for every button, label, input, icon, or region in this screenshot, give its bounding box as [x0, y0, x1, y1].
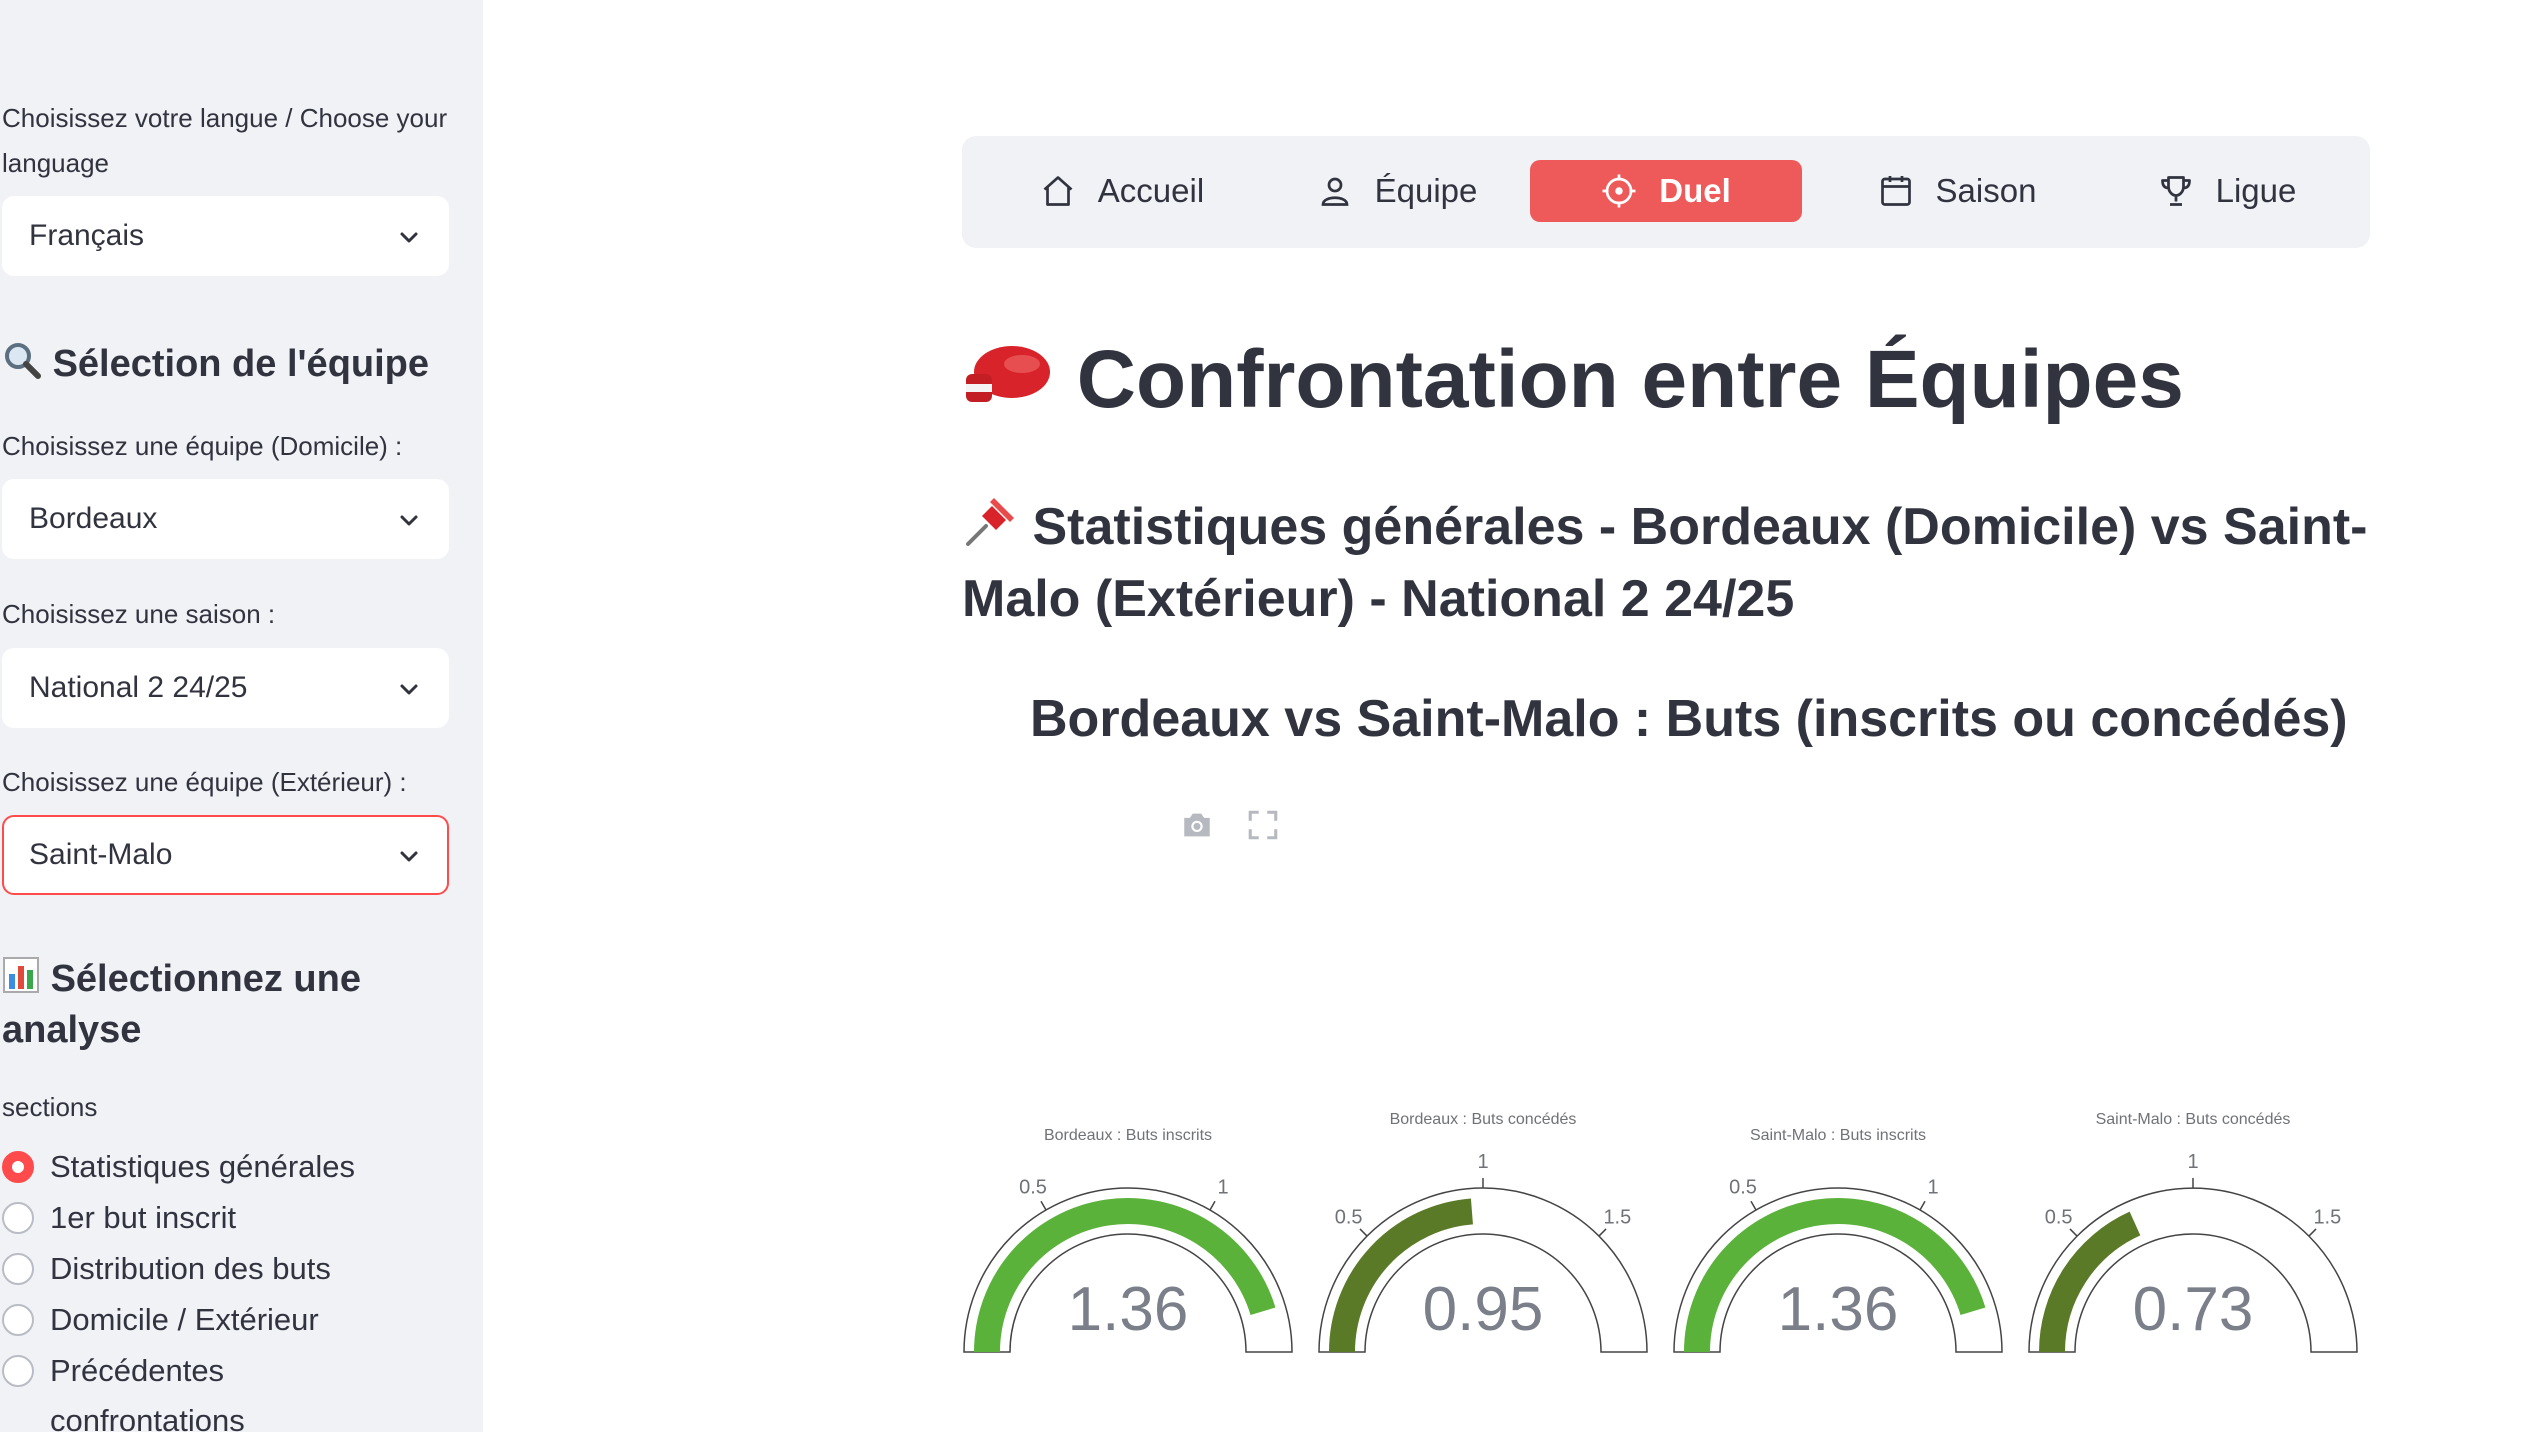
nav-duel[interactable]: Duel [1530, 160, 1802, 222]
nav-saison[interactable]: Saison [1857, 160, 2057, 222]
radio-unselected-icon [2, 1253, 34, 1285]
radio-distribution-des-buts[interactable]: Distribution des buts [0, 1244, 331, 1294]
gauge-value-label: 0.73 [2133, 1275, 2254, 1344]
gauge-charts: Bordeaux : Buts inscrits 0.5 1 1.36 Bordeaux… [963, 1111, 2358, 1353]
radio-unselected-icon [2, 1355, 34, 1387]
gauge-tick-label: 1.5 [1603, 1207, 1631, 1229]
gauge-tick-label: 1 [1217, 1176, 1228, 1198]
home-team-select[interactable]: Bordeaux [2, 479, 449, 559]
gauge-tick [1209, 1200, 1216, 1211]
gauge-tick [2308, 1228, 2317, 1237]
gauge-title: Saint-Malo : Buts concédés [2096, 1111, 2291, 1128]
language-label: Choisissez votre langue / Choose your la… [2, 103, 448, 178]
chart-modebar [1180, 808, 1280, 842]
away-team-label: Choisissez une équipe (Extérieur) : [2, 767, 407, 797]
page-title: Confrontation entre Équipes [962, 330, 2184, 435]
radio-unselected-icon [2, 1304, 34, 1336]
language-select[interactable]: Français [2, 196, 449, 276]
section-subtitle: Statistiques générales - Bordeaux (Domic… [962, 494, 2382, 632]
radio-domicile-exterieur[interactable]: Domicile / Extérieur [0, 1295, 319, 1345]
bar-chart-icon [2, 956, 40, 1006]
magnifier-icon [2, 340, 42, 392]
chevron-down-icon [400, 851, 418, 862]
gauge-tick [1040, 1200, 1047, 1211]
user-icon [1321, 177, 1348, 206]
radio-selected-icon [2, 1151, 34, 1183]
team-selection-heading: Sélection de l'équipe [2, 340, 429, 392]
target-icon [1602, 174, 1636, 208]
nav-equipe[interactable]: Équipe [1307, 160, 1487, 222]
fullscreen-icon[interactable] [1246, 808, 1280, 842]
gauge-title: Bordeaux : Buts inscrits [1044, 1127, 1212, 1144]
radio-1er-but-inscrit[interactable]: 1er but inscrit [0, 1193, 236, 1243]
calendar-icon [1880, 176, 1911, 206]
away-team-select[interactable]: Saint-Malo [2, 815, 449, 895]
chevron-down-icon [400, 515, 418, 526]
radio-statistiques-generales[interactable]: Statistiques générales [0, 1142, 355, 1192]
home-team-select-value: Bordeaux [29, 502, 158, 535]
language-select-value: Français [29, 219, 145, 252]
radio-unselected-icon [2, 1202, 34, 1234]
away-team-select-value: Saint-Malo [29, 838, 173, 871]
gauge-tick [2069, 1228, 2078, 1237]
boxing-glove-icon [962, 335, 1054, 435]
gauge-tick-label: 1 [1927, 1176, 1938, 1198]
season-label: Choisissez une saison : [2, 599, 276, 629]
top-navigation: Accueil Équipe Duel Saison Ligue [962, 136, 2370, 248]
chevron-down-icon [400, 232, 418, 243]
gauge-tick-label: 0.5 [1729, 1176, 1757, 1198]
gauge-value-label: 1.36 [1778, 1275, 1899, 1344]
season-select-value: National 2 24/25 [29, 671, 248, 704]
gauge-value-label: 1.36 [1068, 1275, 1189, 1344]
gauge-title: Saint-Malo : Buts inscrits [1750, 1127, 1926, 1144]
gauge-value-label: 0.95 [1423, 1275, 1544, 1344]
gauge-tick-label: 1.5 [2313, 1207, 2341, 1229]
chevron-down-icon [400, 684, 418, 695]
chart-title: Bordeaux vs Saint-Malo : Buts (inscrits … [1030, 690, 2348, 748]
nav-ligue[interactable]: Ligue [2137, 160, 2317, 222]
analysis-heading: Sélectionnez une analyse [2, 955, 442, 1054]
home-team-label: Choisissez une équipe (Domicile) : [2, 431, 403, 461]
sidebar: Choisissez votre langue / Choose your la… [0, 0, 483, 1438]
gauge-tick-label: 0.5 [2045, 1207, 2073, 1229]
gauge-tick-label: 1 [2187, 1151, 2198, 1173]
camera-icon[interactable] [1180, 808, 1214, 842]
sections-label: sections [2, 1092, 98, 1122]
gauge-tick [1359, 1228, 1368, 1237]
gauge-tick-label: 0.5 [1335, 1207, 1363, 1229]
gauge-tick-label: 1 [1477, 1151, 1488, 1173]
radio-precedentes-confrontations[interactable]: Précédentes confrontations [0, 1346, 300, 1446]
nav-accueil[interactable]: Accueil [1022, 160, 1222, 222]
gauge-tick [1919, 1200, 1926, 1211]
gauge-title: Bordeaux : Buts concédés [1390, 1111, 1577, 1128]
trophy-icon [2160, 176, 2191, 206]
gauge-tick [1598, 1228, 1607, 1237]
season-select[interactable]: National 2 24/25 [2, 648, 449, 728]
gauge-tick-label: 0.5 [1019, 1176, 1047, 1198]
pushpin-icon [962, 494, 1018, 566]
home-icon [1043, 176, 1073, 206]
gauge-tick [1750, 1200, 1757, 1211]
